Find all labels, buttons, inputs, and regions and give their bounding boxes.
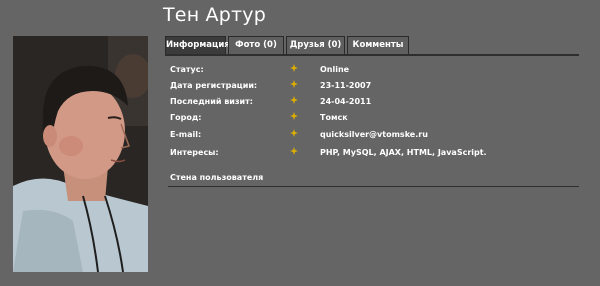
email-link[interactable]: quicksilver@vtomske.ru: [320, 128, 428, 142]
info-label: Последний визит:: [170, 97, 253, 106]
info-row-last-visit: Последний визит: 24-04-2011: [170, 95, 580, 109]
info-row-status: Статус: Online: [170, 63, 580, 77]
tab-friends[interactable]: Друзья (0): [286, 36, 345, 54]
tab-info[interactable]: Информация: [165, 36, 230, 54]
star-bullet-icon: [290, 147, 298, 155]
info-row-registered: Дата регистрации: 23-11-2007: [170, 79, 580, 93]
info-label: Город:: [170, 113, 202, 122]
star-bullet-icon: [290, 96, 298, 104]
profile-name: Тен Артур: [163, 4, 266, 26]
info-value: 24-04-2011: [320, 97, 372, 106]
info-value: 23-11-2007: [320, 81, 372, 90]
profile-tabs: Информация Фото (0) Друзья (0) Комменты: [165, 36, 579, 56]
star-bullet-icon: [290, 80, 298, 88]
info-value: PHP, MySQL, AJAX, HTML, JavaScript.: [320, 148, 487, 157]
star-bullet-icon: [290, 129, 298, 137]
info-label: Статус:: [170, 65, 204, 74]
profile-photo-image: [13, 36, 148, 272]
info-row-city: Город: Томск: [170, 111, 580, 125]
info-label: E-mail:: [170, 130, 202, 139]
star-bullet-icon: [290, 112, 298, 120]
wall-title: Стена пользователя: [170, 173, 264, 182]
info-row-interests: Интересы: PHP, MySQL, AJAX, HTML, JavaSc…: [170, 146, 580, 160]
info-value: Томск: [320, 113, 348, 122]
star-bullet-icon: [290, 64, 298, 72]
tab-photos[interactable]: Фото (0): [228, 36, 284, 54]
info-row-email: E-mail: quicksilver@vtomske.ru: [170, 128, 580, 142]
info-label: Дата регистрации:: [170, 81, 258, 90]
wall-divider: [168, 186, 579, 187]
tab-comments[interactable]: Комменты: [347, 36, 409, 54]
info-value: Online: [320, 65, 350, 74]
info-label: Интересы:: [170, 148, 219, 157]
profile-photo: [13, 36, 148, 272]
